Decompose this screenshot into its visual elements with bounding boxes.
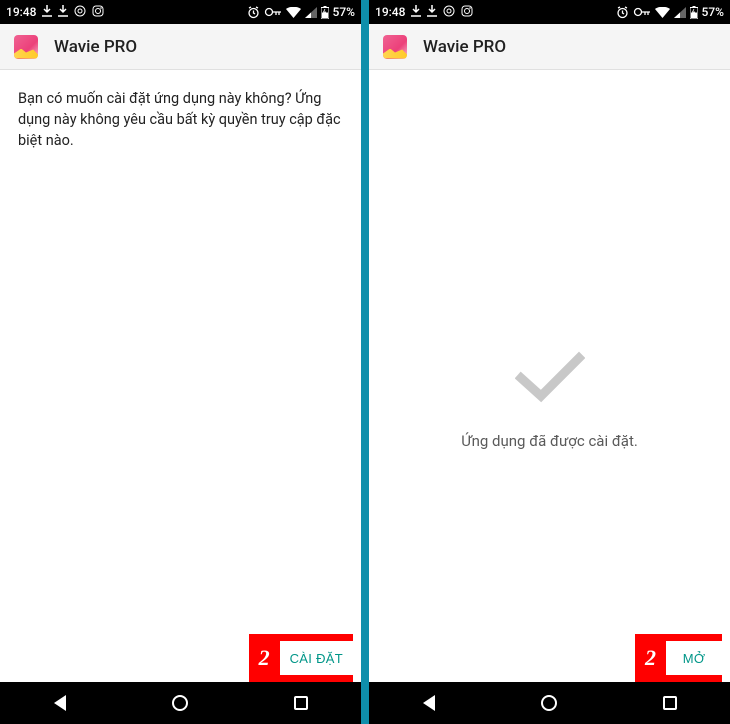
app-header: Wavie PRO	[369, 24, 730, 70]
app-icon	[14, 35, 38, 59]
step-number: 2	[645, 645, 656, 671]
battery-icon	[690, 6, 698, 19]
instagram-icon	[92, 5, 104, 20]
step-badge: 2 MỞ	[635, 634, 722, 682]
battery-icon	[321, 6, 329, 19]
status-battery-pct: 57%	[702, 5, 724, 19]
target-icon	[74, 5, 86, 20]
nav-bar	[0, 682, 361, 724]
vpn-icon	[633, 7, 651, 17]
open-button[interactable]: MỞ	[666, 641, 722, 675]
install-prompt-content: Bạn có muốn cài đặt ứng dụng này không? …	[0, 70, 361, 634]
wifi-icon	[655, 7, 670, 18]
step-badge: 2 CÀI ĐẶT	[249, 634, 353, 682]
wifi-icon	[286, 7, 301, 18]
install-prompt-text: Bạn có muốn cài đặt ứng dụng này không? …	[18, 88, 343, 151]
status-bar: 19:48 57%	[369, 0, 730, 24]
nav-home-button[interactable]	[537, 691, 561, 715]
vpn-icon	[264, 7, 282, 17]
alarm-icon	[247, 6, 260, 19]
status-time: 19:48	[375, 5, 405, 19]
app-title: Wavie PRO	[423, 37, 506, 57]
action-row: 2 MỞ	[369, 634, 730, 682]
download-icon	[42, 5, 52, 20]
install-button[interactable]: CÀI ĐẶT	[280, 641, 353, 675]
download-icon	[427, 5, 437, 20]
app-icon	[383, 35, 407, 59]
download-icon	[58, 5, 68, 20]
signal-icon	[674, 7, 686, 18]
status-battery-pct: 57%	[333, 5, 355, 19]
instagram-icon	[461, 5, 473, 20]
download-icon	[411, 5, 421, 20]
nav-recent-button[interactable]	[289, 691, 313, 715]
nav-recent-button[interactable]	[658, 691, 682, 715]
step-number: 2	[259, 645, 270, 671]
status-bar: 19:48 57%	[0, 0, 361, 24]
app-title: Wavie PRO	[54, 37, 137, 57]
install-done-content: Ứng dụng đã được cài đặt.	[369, 70, 730, 634]
action-row: 2 CÀI ĐẶT	[0, 634, 361, 682]
nav-back-button[interactable]	[417, 691, 441, 715]
signal-icon	[305, 7, 317, 18]
nav-home-button[interactable]	[168, 691, 192, 715]
status-time: 19:48	[6, 5, 36, 19]
nav-back-button[interactable]	[48, 691, 72, 715]
phone-right: 19:48 57% Wavie PRO Ứng dụng đã được cài…	[369, 0, 730, 724]
target-icon	[443, 5, 455, 20]
alarm-icon	[616, 6, 629, 19]
app-header: Wavie PRO	[0, 24, 361, 70]
install-done-text: Ứng dụng đã được cài đặt.	[369, 432, 730, 450]
checkmark-icon	[515, 350, 585, 408]
phone-left: 19:48 57% Wavie PRO Bạn có muốn cài đặt …	[0, 0, 361, 724]
nav-bar	[369, 682, 730, 724]
